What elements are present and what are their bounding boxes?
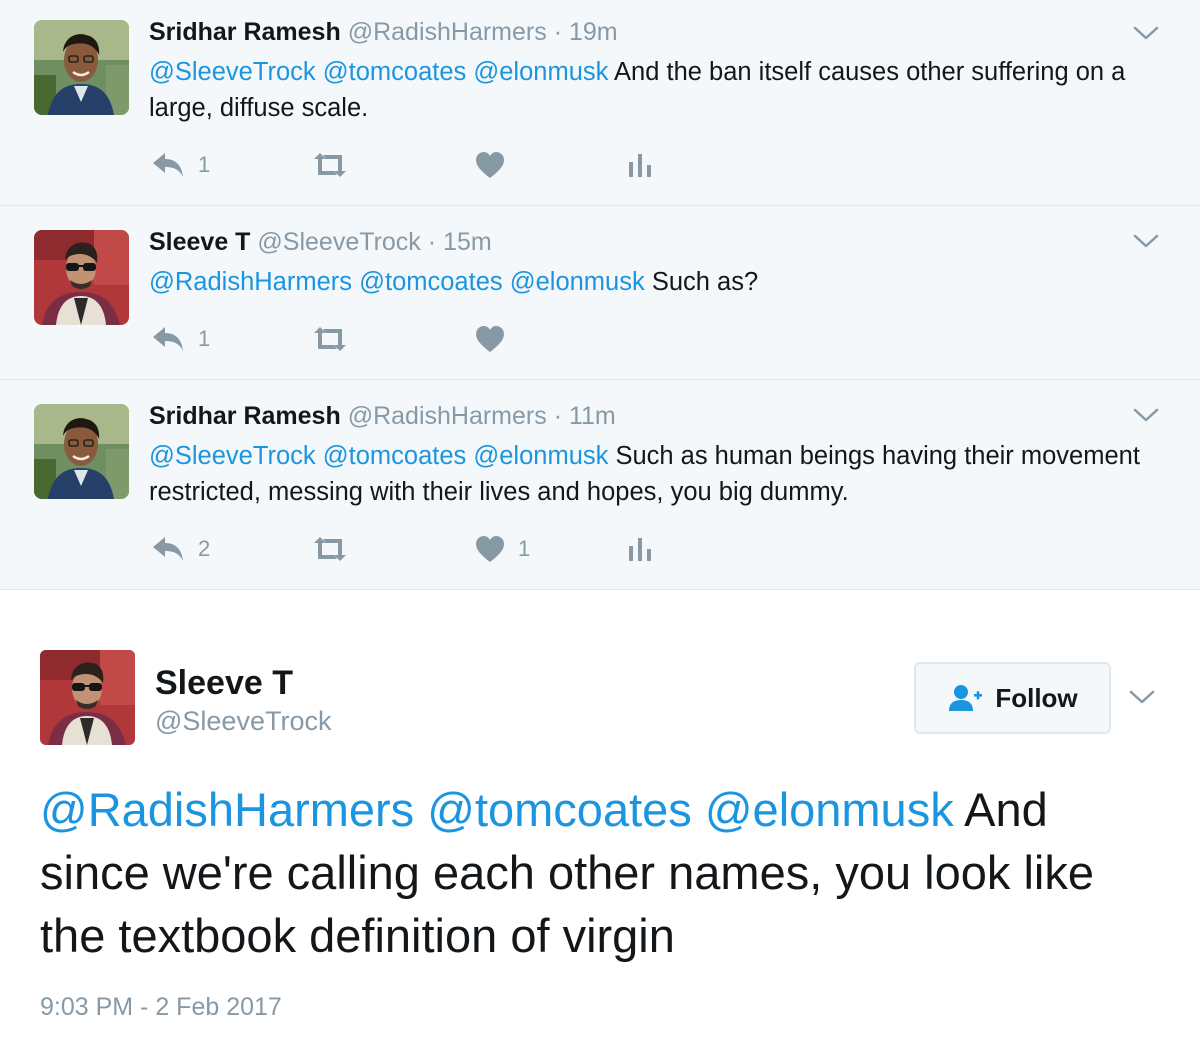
tweet-text: @RadishHarmers @tomcoates @elonmusk And … <box>40 778 1170 967</box>
tweet-actions: 1 <box>150 148 710 182</box>
retweet-icon <box>310 324 350 354</box>
avatar[interactable] <box>34 230 129 325</box>
retweet-icon <box>310 534 350 564</box>
like-count: 1 <box>518 536 531 561</box>
like-button[interactable]: 1 <box>474 532 530 566</box>
reply-tweet[interactable]: Sridhar Ramesh @RadishHarmers · 19m @Sle… <box>0 0 1200 206</box>
reply-count: 1 <box>198 152 211 177</box>
reply-button[interactable]: 2 <box>150 532 210 566</box>
author-name[interactable]: Sleeve T <box>149 228 250 256</box>
reply-count: 1 <box>198 326 211 351</box>
analytics-icon <box>625 534 655 564</box>
separator: · <box>427 228 437 256</box>
like-icon <box>474 324 506 354</box>
avatar[interactable] <box>34 20 129 115</box>
avatar[interactable] <box>34 404 129 499</box>
chevron-down-icon[interactable] <box>1132 232 1160 250</box>
like-button[interactable] <box>474 322 506 356</box>
tweet-header: Sleeve T @SleeveTrock · 15m <box>149 228 492 257</box>
reply-icon <box>150 324 186 354</box>
reply-tweet[interactable]: Sridhar Ramesh @RadishHarmers · 11m @Sle… <box>0 380 1200 590</box>
follow-user-icon <box>947 683 983 713</box>
analytics-icon <box>625 150 655 180</box>
reply-icon <box>150 150 186 180</box>
tweet-text: @RadishHarmers @tomcoates @elonmusk Such… <box>149 264 1149 300</box>
tweet-timestamp[interactable]: 9:03 PM - 2 Feb 2017 <box>40 993 282 1022</box>
mentions[interactable]: @RadishHarmers @tomcoates @elonmusk <box>149 268 645 296</box>
reply-button[interactable]: 1 <box>150 148 210 182</box>
tweet-actions: 1 <box>150 322 710 356</box>
reply-button[interactable]: 1 <box>150 322 210 356</box>
follow-label: Follow <box>995 682 1078 713</box>
mentions[interactable]: @RadishHarmers @tomcoates @elonmusk <box>40 783 954 836</box>
timestamp[interactable]: 15m <box>443 228 492 256</box>
mentions[interactable]: @SleeveTrock @tomcoates @elonmusk <box>149 442 608 470</box>
tweet-text: @SleeveTrock @tomcoates @elonmusk And th… <box>149 54 1149 126</box>
mentions[interactable]: @SleeveTrock @tomcoates @elonmusk <box>149 58 608 86</box>
retweet-icon <box>310 150 350 180</box>
tweet-text: @SleeveTrock @tomcoates @elonmusk Such a… <box>149 438 1149 510</box>
separator: · <box>553 18 563 46</box>
analytics-button[interactable] <box>625 148 655 182</box>
retweet-button[interactable] <box>310 322 350 356</box>
like-icon <box>474 150 506 180</box>
tweet-body: Such as? <box>644 268 759 296</box>
reply-icon <box>150 534 186 564</box>
timestamp[interactable]: 19m <box>569 18 618 46</box>
avatar[interactable] <box>40 650 135 745</box>
author-handle[interactable]: @RadishHarmers <box>348 402 547 430</box>
like-button[interactable] <box>474 148 506 182</box>
reply-count: 2 <box>198 536 211 561</box>
timestamp[interactable]: 11m <box>569 402 616 430</box>
tweet-header: Sridhar Ramesh @RadishHarmers · 11m <box>149 402 616 431</box>
follow-button[interactable]: Follow <box>914 662 1111 734</box>
retweet-button[interactable] <box>310 532 350 566</box>
chevron-down-icon[interactable] <box>1128 688 1156 706</box>
reply-tweet[interactable]: Sleeve T @SleeveTrock · 15m @RadishHarme… <box>0 206 1200 380</box>
chevron-down-icon[interactable] <box>1132 406 1160 424</box>
author-name[interactable]: Sleeve T <box>155 664 293 703</box>
chevron-down-icon[interactable] <box>1132 24 1160 42</box>
author-handle[interactable]: @RadishHarmers <box>348 18 547 46</box>
tweet-header: Sridhar Ramesh @RadishHarmers · 19m <box>149 18 618 47</box>
author-name[interactable]: Sridhar Ramesh <box>149 18 341 46</box>
separator: · <box>553 402 563 430</box>
author-handle[interactable]: @SleeveTrock <box>257 228 420 256</box>
like-icon <box>474 534 506 564</box>
author-name[interactable]: Sridhar Ramesh <box>149 402 341 430</box>
analytics-button[interactable] <box>625 532 655 566</box>
focused-tweet: Sleeve T @SleeveTrock Follow @RadishHarm… <box>0 590 1200 1039</box>
author-handle[interactable]: @SleeveTrock <box>155 706 331 737</box>
retweet-button[interactable] <box>310 148 350 182</box>
tweet-actions: 2 1 <box>150 532 710 566</box>
